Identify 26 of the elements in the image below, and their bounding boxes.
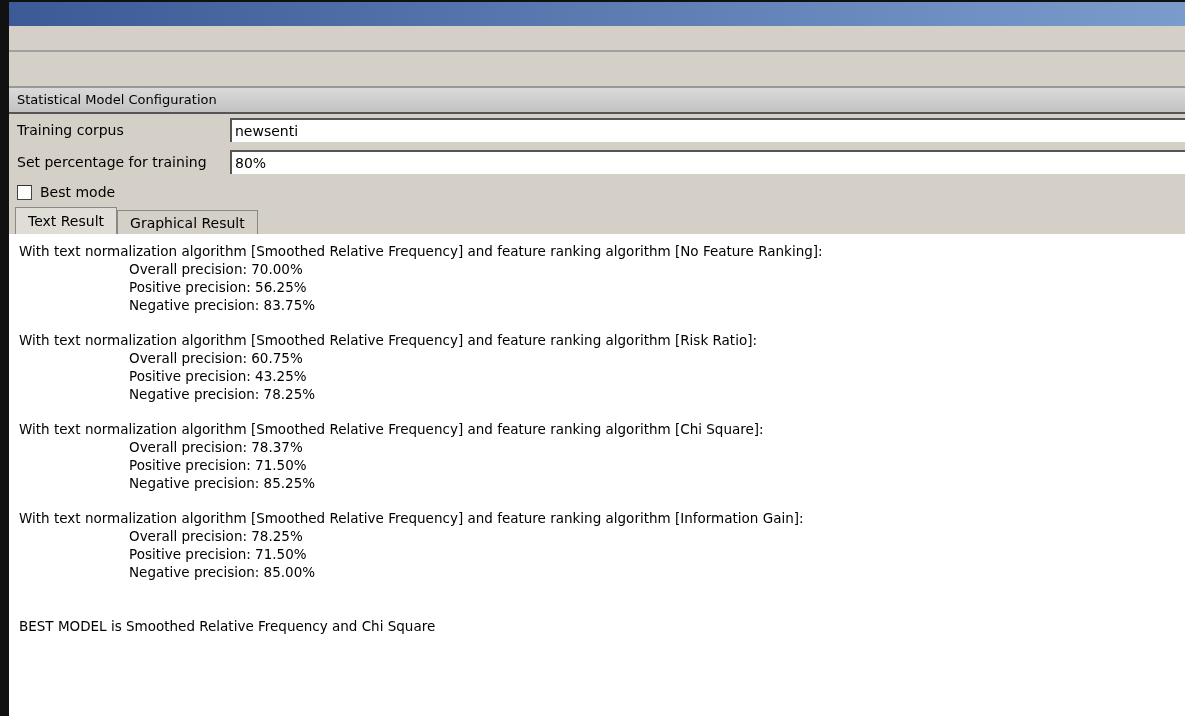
precision-line: Negative precision: 85.25%	[129, 475, 316, 491]
precision-line: Overall precision: 78.37%	[129, 439, 303, 455]
precision-line: Overall precision: 78.25%	[129, 528, 303, 544]
section-header: Statistical Model Configuration	[9, 88, 1185, 114]
summary-text: BEST MODEL is Smoothed Relative Frequency and Chi Square	[19, 618, 436, 634]
checkbox[interactable]	[17, 184, 32, 200]
result-header: With text normalization algorithm [Smoothed Relative Frequency] and feature ranking algorithm [Information Gain]:	[19, 509, 805, 527]
input-field[interactable]: 80%	[230, 150, 1185, 174]
field-label: Set percentage for training	[17, 154, 208, 170]
precision-line: Positive precision: 71.50%	[129, 546, 307, 562]
precision-line: Overall precision: 70.00%	[129, 261, 303, 277]
result-header: With text normalization algorithm [Smoothed Relative Frequency] and feature ranking algorithm [Chi Square]:	[19, 420, 765, 438]
result-header: With text normalization algorithm [Smoothed Relative Frequency] and feature ranking algorithm [Risk Ratio]:	[19, 331, 758, 349]
precision-line: Overall precision: 60.75%	[129, 350, 303, 366]
field-label: Training corpus	[17, 122, 125, 138]
tab[interactable]: Graphical Result	[117, 210, 258, 234]
precision-line: Positive precision: 43.25%	[129, 368, 307, 384]
precision-line: Negative precision: 83.75%	[129, 297, 316, 313]
tab[interactable]: Text Result	[15, 207, 118, 234]
precision-line: Positive precision: 71.50%	[129, 457, 307, 473]
precision-line: Negative precision: 85.00%	[129, 564, 316, 580]
precision-line: Positive precision: 56.25%	[129, 279, 307, 295]
input-field[interactable]: newsenti	[230, 118, 1185, 142]
precision-line: Negative precision: 78.25%	[129, 386, 316, 402]
result-header: With text normalization algorithm [Smoothed Relative Frequency] and feature ranking algorithm [No Feature Ranking]:	[19, 242, 824, 260]
checkbox-label: Best mode	[40, 184, 116, 200]
